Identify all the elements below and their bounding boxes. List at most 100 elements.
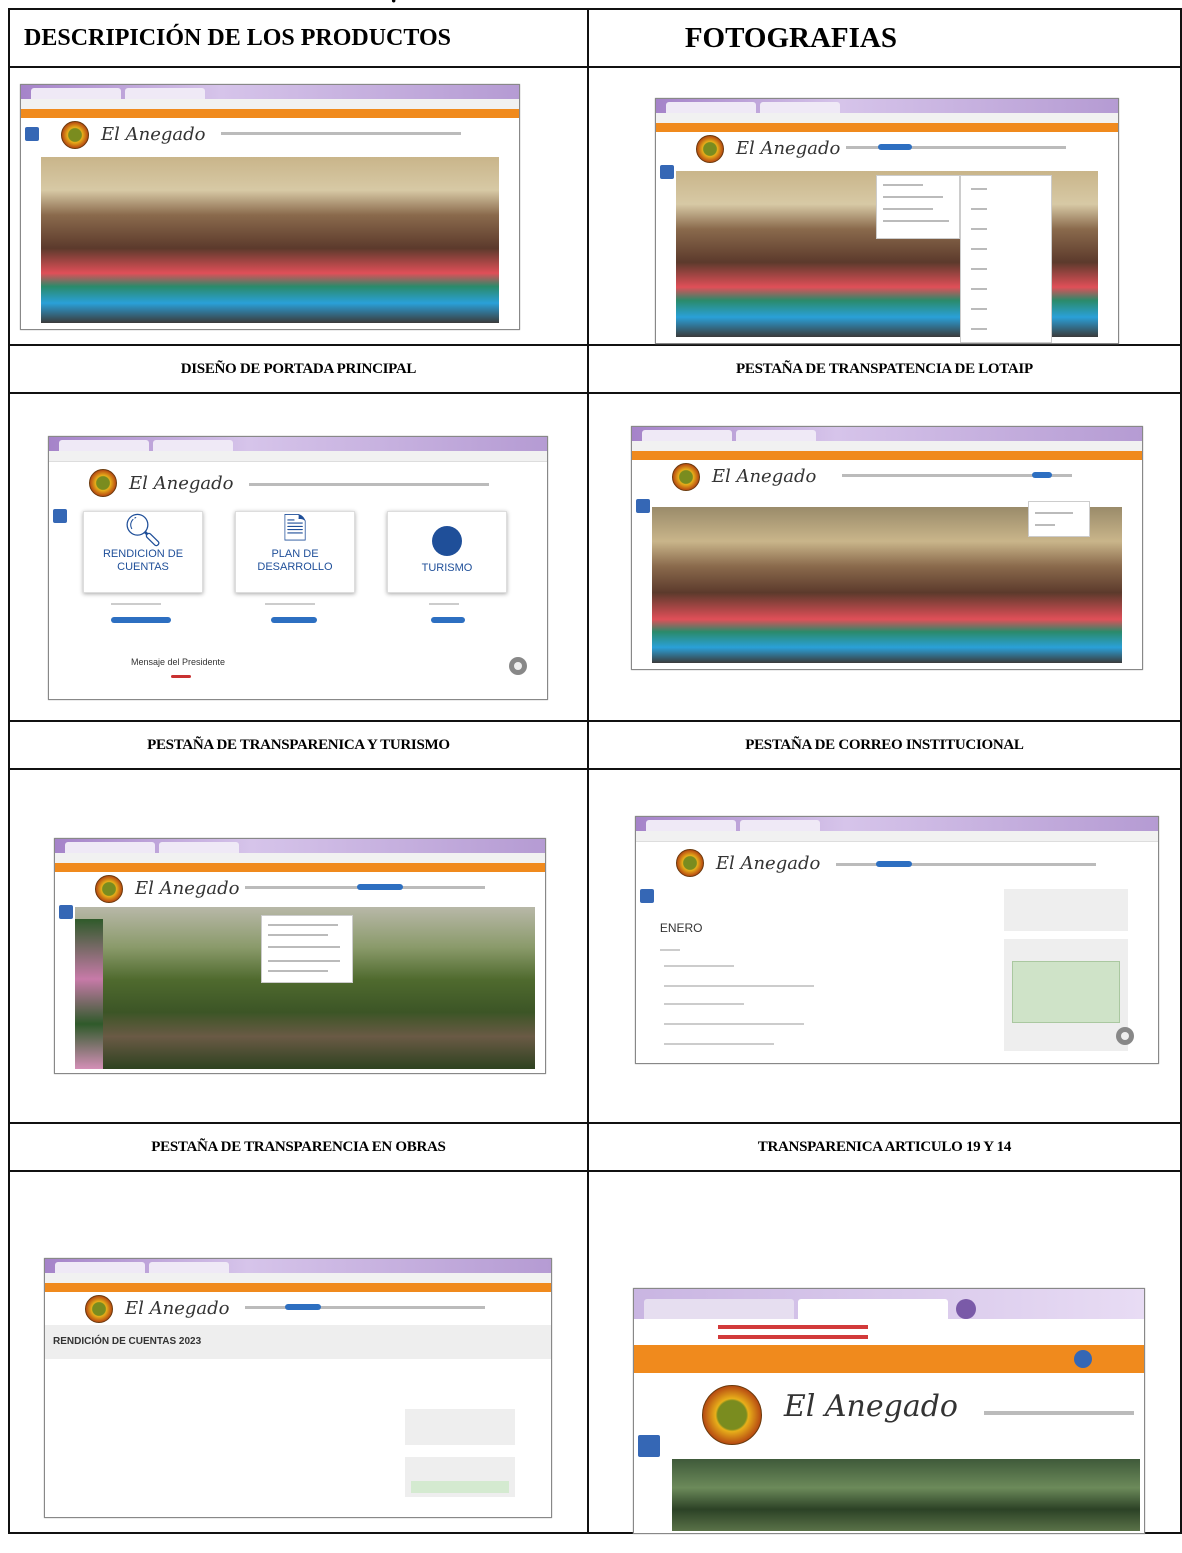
browser-tabs <box>655 99 1118 113</box>
brand-name: El Anegado <box>735 138 841 159</box>
site-header: El Anegado <box>635 843 1158 883</box>
flower-strip <box>75 919 103 1069</box>
address-bar <box>635 831 1158 842</box>
parish-logo <box>671 463 700 491</box>
site-header: El Anegado <box>21 118 519 150</box>
header-photos: FOTOGRAFIAS <box>586 8 1182 68</box>
active-menu-pill <box>1031 472 1052 478</box>
nav-menu <box>835 863 1096 866</box>
month-heading: ENERO <box>659 921 703 935</box>
card-rendicion: 🔍︎ RENDICION DE CUENTAS <box>83 511 203 593</box>
accessibility-button <box>635 499 650 513</box>
parish-logo <box>85 1295 113 1323</box>
site-header: El Anegado <box>631 460 1142 492</box>
orange-contact-bar <box>45 1283 551 1292</box>
cut-off-title: · <box>0 0 1182 8</box>
caption-obras: PESTAÑA DE TRANSPARENCIA EN OBRAS <box>8 1122 589 1172</box>
map-box <box>1003 939 1128 1051</box>
sidebar-box <box>405 1457 515 1497</box>
browser-tabs <box>21 85 519 99</box>
screenshot-cell: El Anegado RENDICIÓN DE CUENTAS 2023 <box>8 1170 589 1534</box>
scroll-button <box>1115 1027 1134 1045</box>
site-header: El Anegado <box>655 132 1118 164</box>
card-button <box>111 617 171 623</box>
browser-tabs <box>55 839 545 853</box>
brand-name: El Anegado <box>129 473 234 494</box>
card-rendicion-label: RENDICION DE CUENTAS <box>102 548 184 573</box>
parish-logo <box>675 849 704 877</box>
mensaje-presidente: Mensaje del Presidente <box>131 657 226 667</box>
nav-menu <box>221 132 461 135</box>
caption-turismo: PESTAÑA DE TRANSPARENICA Y TURISMO <box>8 720 589 770</box>
browser-tabs <box>49 437 547 451</box>
browser-tabs <box>45 1259 551 1273</box>
screenshot-lotaip-menu: El Anegado <box>654 98 1119 344</box>
sidebar-box <box>1003 889 1128 931</box>
screenshot-cell: El Anegado <box>586 392 1182 722</box>
orange-contact-bar <box>631 451 1142 460</box>
caption-articulo: TRANSPARENICA ARTICULO 19 Y 14 <box>586 1122 1182 1172</box>
nav-menu <box>249 483 489 486</box>
orange-contact-bar <box>655 123 1118 132</box>
submenu-years <box>959 175 1052 343</box>
site-header: El Anegado <box>49 463 547 503</box>
browser-tabs <box>635 817 1158 831</box>
forest-photo <box>671 1459 1140 1531</box>
caption-lotaip: PESTAÑA DE TRANSPATENCIA DE LOTAIP <box>586 344 1182 394</box>
brand-name: El Anegado <box>135 878 240 899</box>
browser-tabs <box>633 1289 1144 1319</box>
dropdown-menu <box>1027 501 1090 537</box>
card-button <box>271 617 317 623</box>
rendicion-title: RENDICIÓN DE CUENTAS 2023 <box>53 1336 202 1347</box>
caption-portada: DISEÑO DE PORTADA PRINCIPAL <box>8 344 589 394</box>
screenshot-tourism: El Anegado <box>54 838 546 1074</box>
screenshot-homepage: El Anegado <box>20 84 520 330</box>
parish-logo <box>95 875 123 903</box>
active-menu-pill <box>285 1304 321 1310</box>
active-menu-pill <box>357 884 403 890</box>
brand-name: El Anegado <box>125 1298 230 1319</box>
screenshot-lotaip-tab: El Anegado <box>630 426 1143 670</box>
document-page: · DESCRIPICIÓN DE LOS PRODUCTOS FOTOGRAF… <box>0 0 1182 1553</box>
orange-contact-bar <box>21 109 519 118</box>
screenshot-cell: El Anegado ENERO <box>586 768 1182 1124</box>
parish-logo <box>89 469 117 497</box>
accessibility-button <box>659 165 674 179</box>
card-plan-label: PLAN DE DESARROLLO <box>257 548 333 573</box>
screenshot-rendicion: El Anegado RENDICIÓN DE CUENTAS 2023 <box>44 1258 552 1518</box>
scroll-button <box>509 657 527 675</box>
card-turismo: TURISMO <box>387 511 507 593</box>
brand-name: El Anegado <box>783 1389 958 1424</box>
screenshot-cell: El Anegado 🔍︎ RENDICION DE CUENTAS 🗎 PLA… <box>8 392 589 722</box>
card-plan: 🗎 PLAN DE DESARROLLO <box>235 511 355 593</box>
sidebar-box <box>405 1409 515 1445</box>
card-button <box>431 617 465 623</box>
address-bar <box>633 1319 1144 1346</box>
parish-logo <box>61 121 89 149</box>
accessibility-button <box>637 1435 660 1457</box>
screenshot-cards: El Anegado 🔍︎ RENDICION DE CUENTAS 🗎 PLA… <box>48 436 548 700</box>
screenshot-cell: El Anegado <box>586 66 1182 346</box>
nav-menu <box>983 1411 1134 1415</box>
products-table: DESCRIPICIÓN DE LOS PRODUCTOS FOTOGRAFIA… <box>8 8 1182 1534</box>
brand-name: El Anegado <box>101 124 206 145</box>
accessibility-button <box>639 889 654 903</box>
active-menu-pill <box>877 144 912 150</box>
site-header: El Anegado <box>55 872 545 904</box>
screenshot-cell: El Anegado <box>586 1170 1182 1534</box>
screenshot-enero: El Anegado ENERO <box>634 816 1159 1064</box>
browser-tabs <box>631 427 1142 441</box>
brand-name: El Anegado <box>711 466 817 487</box>
active-menu-pill <box>875 861 912 867</box>
site-header: El Anegado <box>45 1292 551 1324</box>
orange-contact-bar <box>633 1345 1144 1373</box>
dropdown-menu <box>261 915 353 983</box>
group-photo <box>41 157 499 323</box>
address-bar <box>49 451 547 462</box>
accessibility-button <box>53 509 67 523</box>
brand-name: El Anegado <box>715 853 821 874</box>
site-header: El Anegado <box>633 1373 1144 1453</box>
card-turismo-label: TURISMO <box>421 562 473 574</box>
orange-contact-bar <box>55 863 545 872</box>
parish-logo <box>701 1385 762 1445</box>
